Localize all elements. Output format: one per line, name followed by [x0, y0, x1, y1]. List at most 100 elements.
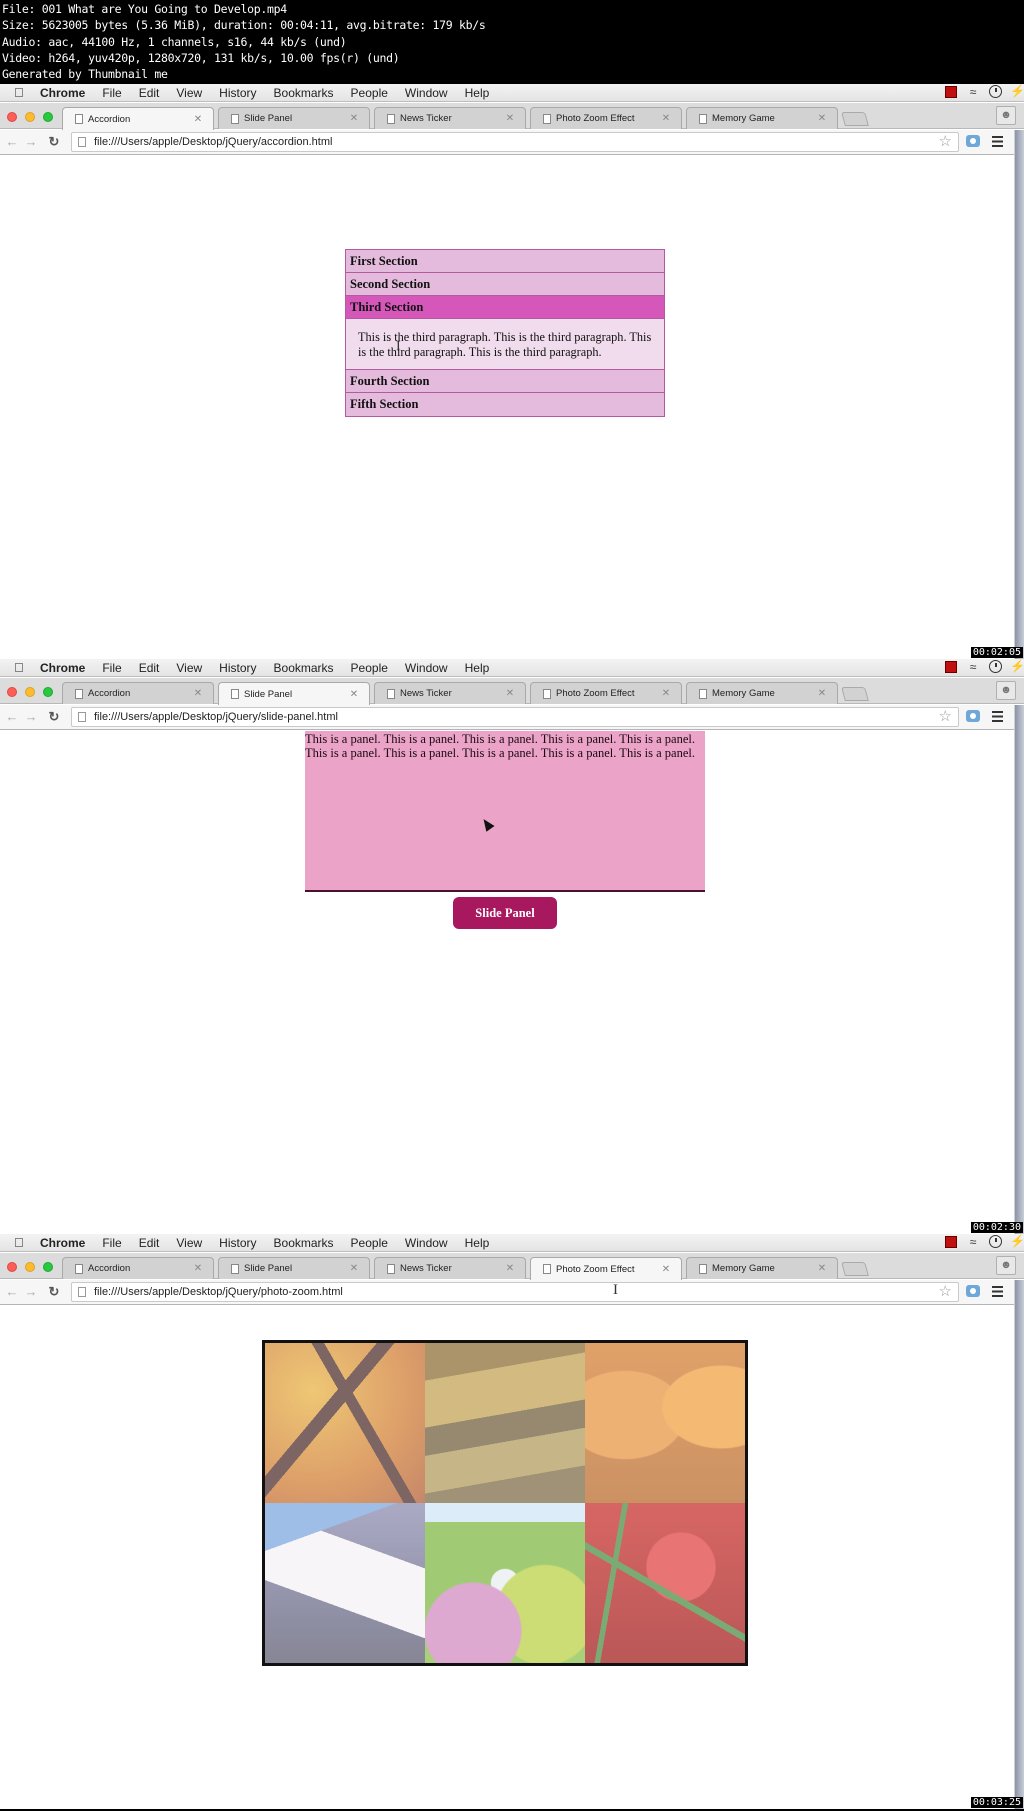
tab-memory-game[interactable]: Memory Game ✕: [686, 1257, 838, 1279]
close-icon[interactable]: ✕: [191, 688, 205, 699]
address-bar[interactable]: file:///Users/apple/Desktop/jQuery/photo…: [71, 1282, 959, 1302]
back-arrow-icon[interactable]: ←: [4, 133, 20, 151]
close-window-button[interactable]: [7, 1262, 17, 1272]
menu-help[interactable]: Help: [465, 86, 490, 100]
forward-arrow-icon[interactable]: →: [23, 133, 39, 151]
zoom-window-button[interactable]: [43, 1262, 53, 1272]
url-text[interactable]: file:///Users/apple/Desktop/jQuery/accor…: [94, 136, 332, 148]
back-arrow-icon[interactable]: ←: [4, 1283, 20, 1301]
menu-window[interactable]: Window: [405, 86, 448, 100]
wifi-icon[interactable]: ≈: [965, 661, 981, 673]
new-tab-button[interactable]: [841, 112, 869, 126]
profile-avatar-button[interactable]: ☻: [996, 106, 1016, 125]
time-machine-icon[interactable]: [989, 660, 1002, 673]
tab-news-ticker[interactable]: News Ticker ✕: [374, 107, 526, 129]
menu-file[interactable]: File: [102, 661, 121, 675]
battery-bolt-icon[interactable]: ⚡: [1010, 85, 1024, 98]
tab-slide-panel[interactable]: Slide Panel ✕: [218, 682, 370, 705]
menu-app-chrome[interactable]: Chrome: [40, 1236, 85, 1250]
hamburger-menu-icon[interactable]: [992, 1286, 1003, 1297]
close-icon[interactable]: ✕: [191, 1263, 205, 1274]
close-icon[interactable]: ✕: [503, 688, 517, 699]
tab-news-ticker[interactable]: News Ticker ✕: [374, 1257, 526, 1279]
tab-memory-game[interactable]: Memory Game ✕: [686, 682, 838, 704]
reload-icon[interactable]: ↻: [46, 708, 62, 726]
close-icon[interactable]: ✕: [659, 688, 673, 699]
menu-view[interactable]: View: [176, 661, 202, 675]
menu-help[interactable]: Help: [465, 661, 490, 675]
photo-red-peppers[interactable]: [585, 1503, 745, 1663]
menu-bookmarks[interactable]: Bookmarks: [274, 1236, 334, 1250]
bookmark-star-icon[interactable]: ☆: [939, 133, 952, 151]
apple-menu-icon[interactable]: : [14, 660, 28, 675]
time-machine-icon[interactable]: [989, 85, 1002, 98]
menu-app-chrome[interactable]: Chrome: [40, 86, 85, 100]
wifi-icon[interactable]: ≈: [965, 86, 981, 98]
close-icon[interactable]: ✕: [503, 1263, 517, 1274]
menu-bookmarks[interactable]: Bookmarks: [274, 86, 334, 100]
zoom-window-button[interactable]: [43, 687, 53, 697]
close-window-button[interactable]: [7, 112, 17, 122]
menu-people[interactable]: People: [351, 661, 388, 675]
slide-panel-button[interactable]: Slide Panel: [453, 897, 557, 929]
accordion-header-second[interactable]: Second Section: [346, 273, 664, 296]
close-icon[interactable]: ✕: [347, 689, 361, 700]
menu-window[interactable]: Window: [405, 1236, 448, 1250]
menu-file[interactable]: File: [102, 86, 121, 100]
tab-photo-zoom-effect[interactable]: Photo Zoom Effect ✕: [530, 682, 682, 704]
new-tab-button[interactable]: [841, 687, 869, 701]
tab-slide-panel[interactable]: Slide Panel ✕: [218, 107, 370, 129]
url-text[interactable]: file:///Users/apple/Desktop/jQuery/photo…: [94, 1286, 343, 1298]
tab-accordion[interactable]: Accordion ✕: [62, 1257, 214, 1279]
new-tab-button[interactable]: [841, 1262, 869, 1276]
address-bar[interactable]: file:///Users/apple/Desktop/jQuery/accor…: [71, 132, 959, 152]
apple-menu-icon[interactable]: : [14, 85, 28, 100]
close-icon[interactable]: ✕: [347, 1263, 361, 1274]
profile-avatar-button[interactable]: ☻: [996, 681, 1016, 700]
tab-slide-panel[interactable]: Slide Panel ✕: [218, 1257, 370, 1279]
camera-extension-icon[interactable]: [966, 135, 980, 147]
apple-menu-icon[interactable]: : [14, 1235, 28, 1250]
menu-edit[interactable]: Edit: [139, 86, 160, 100]
reload-icon[interactable]: ↻: [46, 1283, 62, 1301]
accordion-header-fourth[interactable]: Fourth Section: [346, 370, 664, 393]
close-icon[interactable]: ✕: [191, 114, 205, 125]
accordion-header-third[interactable]: Third Section: [346, 296, 664, 319]
battery-bolt-icon[interactable]: ⚡: [1010, 660, 1024, 673]
camera-extension-icon[interactable]: [966, 710, 980, 722]
minimize-window-button[interactable]: [25, 112, 35, 122]
close-icon[interactable]: ✕: [347, 113, 361, 124]
address-bar[interactable]: file:///Users/apple/Desktop/jQuery/slide…: [71, 707, 959, 727]
camera-extension-icon[interactable]: [966, 1285, 980, 1297]
screen-record-icon[interactable]: [945, 85, 957, 98]
profile-avatar-button[interactable]: ☻: [996, 1256, 1016, 1275]
menu-people[interactable]: People: [351, 86, 388, 100]
back-arrow-icon[interactable]: ←: [4, 708, 20, 726]
tab-accordion[interactable]: Accordion ✕: [62, 107, 214, 130]
close-window-button[interactable]: [7, 687, 17, 697]
close-icon[interactable]: ✕: [659, 113, 673, 124]
hamburger-menu-icon[interactable]: [992, 136, 1003, 147]
tab-photo-zoom-effect[interactable]: Photo Zoom Effect ✕: [530, 1257, 682, 1280]
menu-view[interactable]: View: [176, 86, 202, 100]
forward-arrow-icon[interactable]: →: [23, 708, 39, 726]
menu-history[interactable]: History: [219, 661, 256, 675]
tab-memory-game[interactable]: Memory Game ✕: [686, 107, 838, 129]
menu-bookmarks[interactable]: Bookmarks: [274, 661, 334, 675]
menu-history[interactable]: History: [219, 86, 256, 100]
menu-file[interactable]: File: [102, 1236, 121, 1250]
tab-photo-zoom-effect[interactable]: Photo Zoom Effect ✕: [530, 107, 682, 129]
photo-dry-grass[interactable]: [425, 1343, 585, 1503]
time-machine-icon[interactable]: [989, 1235, 1002, 1248]
zoom-window-button[interactable]: [43, 112, 53, 122]
minimize-window-button[interactable]: [25, 687, 35, 697]
bookmark-star-icon[interactable]: ☆: [939, 708, 952, 726]
bookmark-star-icon[interactable]: ☆: [939, 1283, 952, 1301]
close-icon[interactable]: ✕: [815, 688, 829, 699]
photo-pumpkins[interactable]: [585, 1343, 745, 1503]
menu-window[interactable]: Window: [405, 661, 448, 675]
tab-accordion[interactable]: Accordion ✕: [62, 682, 214, 704]
battery-bolt-icon[interactable]: ⚡: [1010, 1235, 1024, 1248]
close-icon[interactable]: ✕: [815, 113, 829, 124]
menu-help[interactable]: Help: [465, 1236, 490, 1250]
